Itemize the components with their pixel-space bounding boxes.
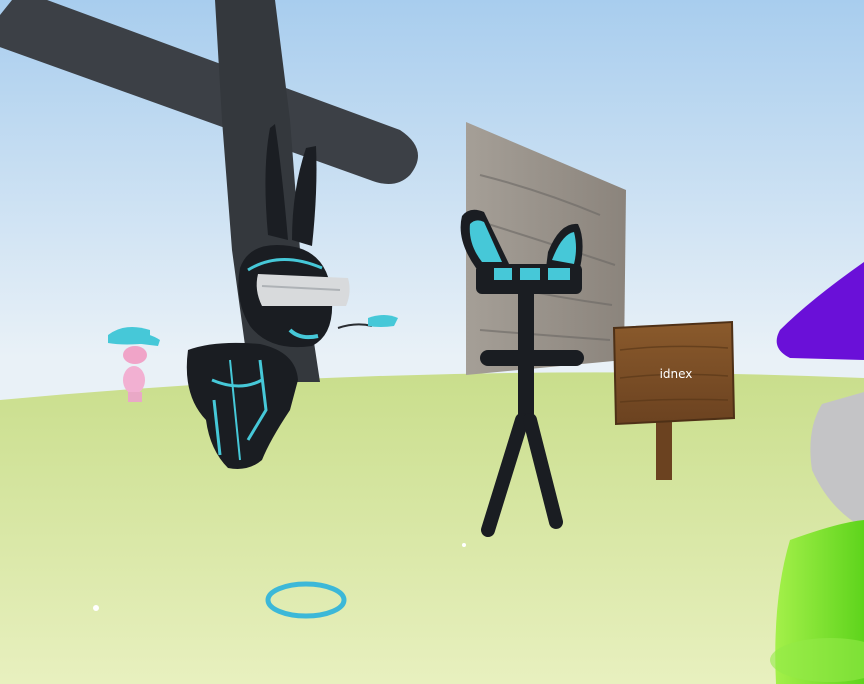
vr-world-viewport[interactable]: idnex <box>0 0 864 684</box>
ground-plane <box>0 372 864 684</box>
world-canvas: idnex <box>0 0 864 684</box>
ground-speck <box>93 605 99 611</box>
sign-label: idnex <box>660 367 693 381</box>
ground-speck <box>462 543 466 547</box>
